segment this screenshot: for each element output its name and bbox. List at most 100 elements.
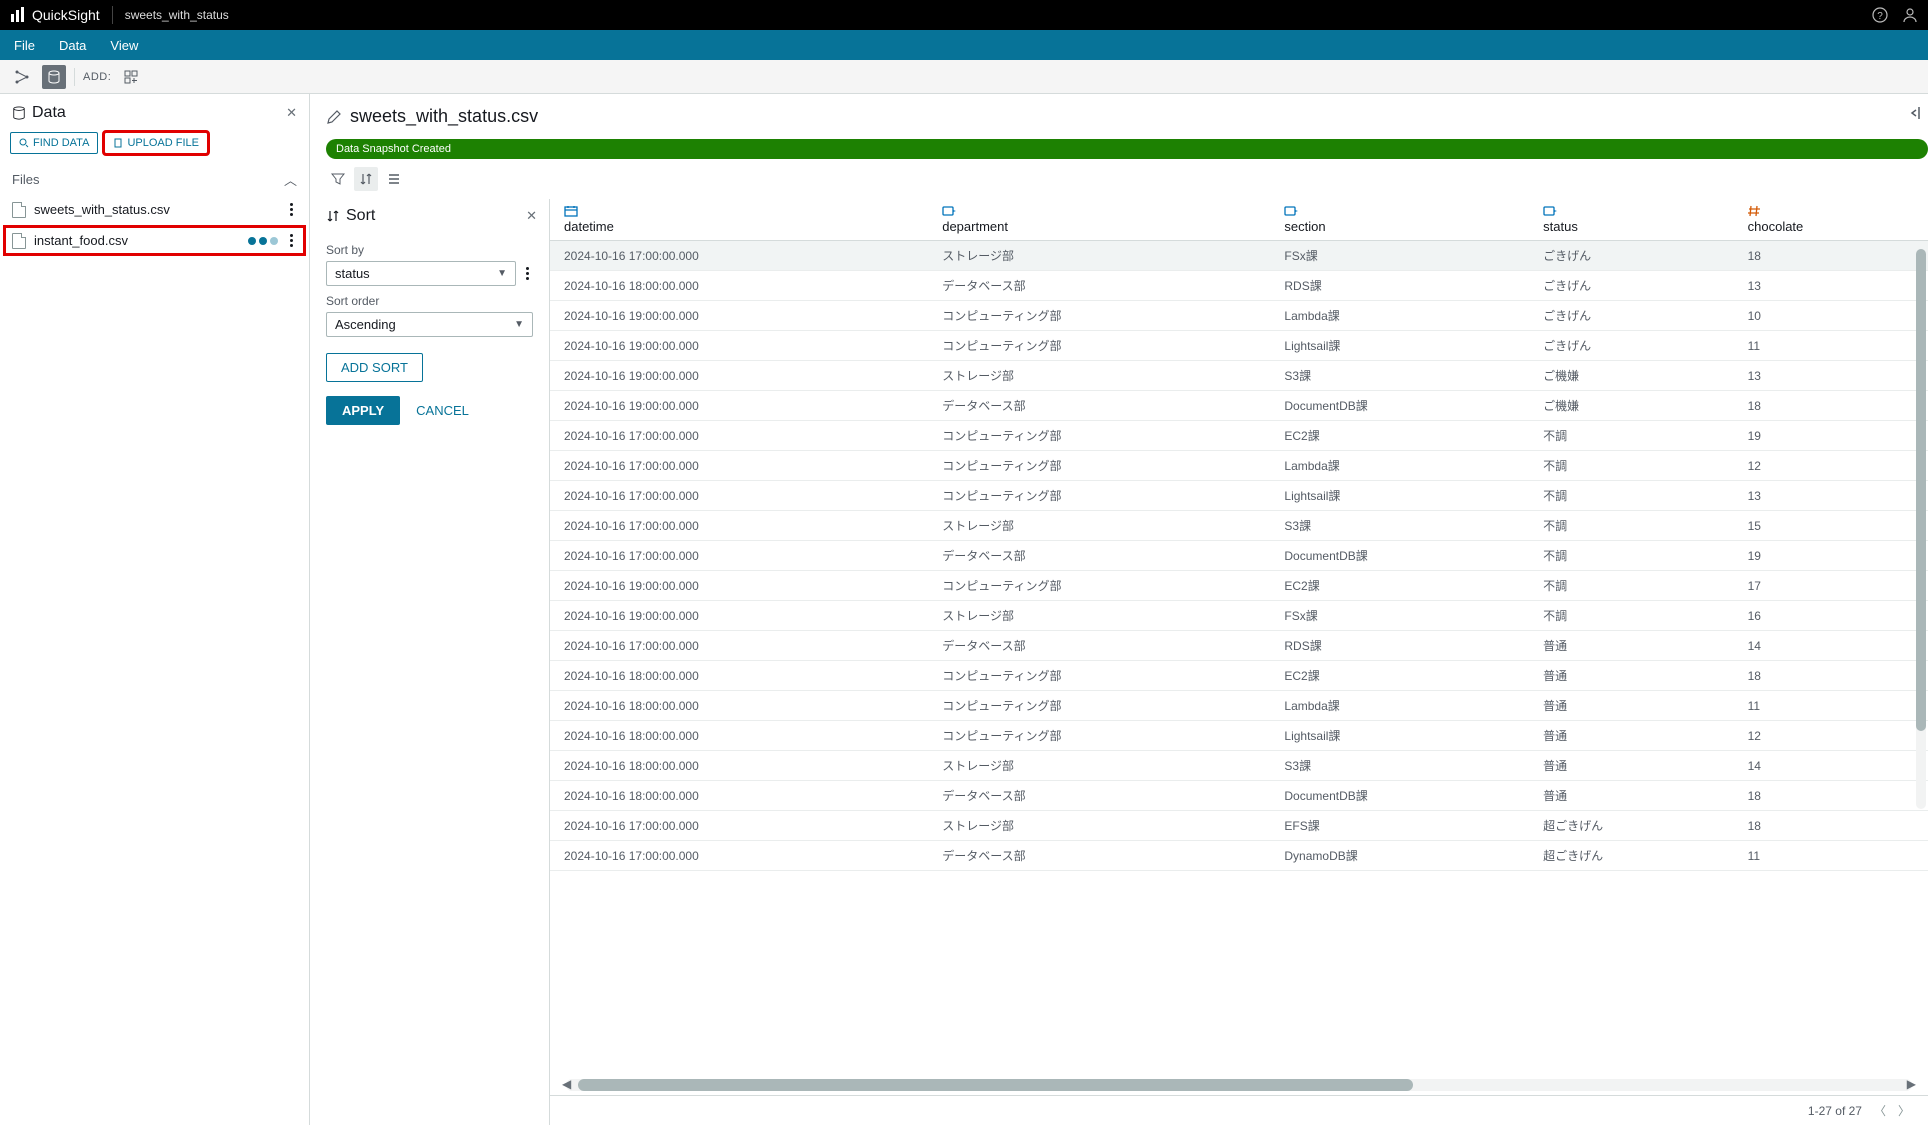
filter-icon[interactable] xyxy=(326,167,350,191)
help-icon[interactable]: ? xyxy=(1872,7,1888,23)
cell-department: コンピューティング部 xyxy=(928,661,1270,691)
column-header-datetime[interactable]: datetime xyxy=(550,199,928,241)
scroll-right-icon[interactable]: ▶ xyxy=(1907,1077,1916,1091)
file-menu-icon[interactable] xyxy=(286,232,297,249)
cell-chocolate: 16 xyxy=(1734,601,1928,631)
cell-datetime: 2024-10-16 18:00:00.000 xyxy=(550,271,928,301)
cell-chocolate: 10 xyxy=(1734,301,1928,331)
column-label: department xyxy=(942,219,1008,234)
sort-field-menu[interactable] xyxy=(522,265,533,282)
sort-icon[interactable] xyxy=(354,167,378,191)
cell-datetime: 2024-10-16 18:00:00.000 xyxy=(550,781,928,811)
next-page-icon[interactable]: 〉 xyxy=(1898,1102,1910,1119)
cell-status: 普通 xyxy=(1529,781,1733,811)
menu-bar: File Data View xyxy=(0,30,1928,60)
table-row[interactable]: 2024-10-16 18:00:00.000ストレージ部S3課普通14 xyxy=(550,751,1928,781)
cell-section: DocumentDB課 xyxy=(1270,391,1529,421)
sort-order-label: Sort order xyxy=(326,294,533,308)
menu-data[interactable]: Data xyxy=(59,38,86,53)
cell-section: FSx課 xyxy=(1270,601,1529,631)
table-row[interactable]: 2024-10-16 17:00:00.000データベース部DocumentDB… xyxy=(550,541,1928,571)
table-row[interactable]: 2024-10-16 19:00:00.000コンピューティング部Lightsa… xyxy=(550,331,1928,361)
column-header-chocolate[interactable]: chocolate xyxy=(1734,199,1928,241)
add-label: ADD: xyxy=(83,71,111,83)
close-sort-icon[interactable]: ✕ xyxy=(526,208,537,224)
cell-section: EC2課 xyxy=(1270,571,1529,601)
data-view-icon[interactable] xyxy=(42,65,66,89)
pagination: 1-27 of 27 〈 〉 xyxy=(550,1095,1928,1125)
cell-datetime: 2024-10-16 18:00:00.000 xyxy=(550,661,928,691)
table-row[interactable]: 2024-10-16 19:00:00.000データベース部DocumentDB… xyxy=(550,391,1928,421)
table-row[interactable]: 2024-10-16 17:00:00.000コンピューティング部EC2課不調1… xyxy=(550,421,1928,451)
table-row[interactable]: 2024-10-16 19:00:00.000ストレージ部S3課ご機嫌13 xyxy=(550,361,1928,391)
file-row[interactable]: instant_food.csv xyxy=(4,226,305,255)
table-row[interactable]: 2024-10-16 17:00:00.000ストレージ部FSx課ごきげん18 xyxy=(550,241,1928,271)
menu-view[interactable]: View xyxy=(110,38,138,53)
column-header-status[interactable]: status xyxy=(1529,199,1733,241)
prev-page-icon[interactable]: 〈 xyxy=(1874,1102,1886,1119)
table-row[interactable]: 2024-10-16 18:00:00.000コンピューティング部EC2課普通1… xyxy=(550,661,1928,691)
table-row[interactable]: 2024-10-16 19:00:00.000コンピューティング部Lambda課… xyxy=(550,301,1928,331)
table-row[interactable]: 2024-10-16 18:00:00.000データベース部DocumentDB… xyxy=(550,781,1928,811)
column-header-section[interactable]: section xyxy=(1270,199,1529,241)
vscroll-thumb[interactable] xyxy=(1916,249,1926,731)
schema-view-icon[interactable] xyxy=(10,65,34,89)
table-row[interactable]: 2024-10-16 18:00:00.000コンピューティング部Lightsa… xyxy=(550,721,1928,751)
cell-chocolate: 18 xyxy=(1734,811,1928,841)
add-sort-button[interactable]: ADD SORT xyxy=(326,353,423,382)
cell-datetime: 2024-10-16 17:00:00.000 xyxy=(550,451,928,481)
hscroll-thumb[interactable] xyxy=(578,1079,1413,1091)
cell-chocolate: 13 xyxy=(1734,271,1928,301)
close-panel-icon[interactable]: ✕ xyxy=(286,105,297,121)
app-logo[interactable]: QuickSight xyxy=(10,7,100,23)
cell-status: ご機嫌 xyxy=(1529,361,1733,391)
files-section-header[interactable]: Files ︿ xyxy=(0,164,309,195)
cancel-link[interactable]: CANCEL xyxy=(416,403,469,418)
table-row[interactable]: 2024-10-16 19:00:00.000ストレージ部FSx課不調16 xyxy=(550,601,1928,631)
sort-order-select[interactable]: Ascending▼ xyxy=(326,312,533,337)
vertical-scrollbar[interactable] xyxy=(1916,249,1926,809)
project-name: sweets_with_status xyxy=(125,8,229,22)
sort-panel: Sort ✕ Sort by status▼ Sort order Ascend… xyxy=(310,199,550,1125)
chevron-down-icon: ▼ xyxy=(497,268,507,279)
apply-button[interactable]: APPLY xyxy=(326,396,400,425)
cell-department: ストレージ部 xyxy=(928,751,1270,781)
sort-by-select[interactable]: status▼ xyxy=(326,261,516,286)
menu-file[interactable]: File xyxy=(14,38,35,53)
cell-chocolate: 14 xyxy=(1734,631,1928,661)
table-row[interactable]: 2024-10-16 17:00:00.000ストレージ部S3課不調15 xyxy=(550,511,1928,541)
user-icon[interactable] xyxy=(1902,7,1918,23)
column-header-department[interactable]: department xyxy=(928,199,1270,241)
file-title: sweets_with_status.csv xyxy=(350,106,538,127)
find-data-button[interactable]: FIND DATA xyxy=(10,132,98,154)
cell-status: ごきげん xyxy=(1529,271,1733,301)
table-row[interactable]: 2024-10-16 17:00:00.000データベース部RDS課普通14 xyxy=(550,631,1928,661)
file-menu-icon[interactable] xyxy=(286,201,297,218)
table-row[interactable]: 2024-10-16 18:00:00.000コンピューティング部Lambda課… xyxy=(550,691,1928,721)
cell-status: ごきげん xyxy=(1529,241,1733,271)
file-icon xyxy=(12,233,26,249)
cell-datetime: 2024-10-16 19:00:00.000 xyxy=(550,571,928,601)
file-row[interactable]: sweets_with_status.csv xyxy=(0,195,309,224)
database-icon xyxy=(12,106,26,120)
add-source-icon[interactable] xyxy=(119,65,143,89)
table-row[interactable]: 2024-10-16 17:00:00.000データベース部DynamoDB課超… xyxy=(550,841,1928,871)
table-row[interactable]: 2024-10-16 18:00:00.000データベース部RDS課ごきげん13 xyxy=(550,271,1928,301)
upload-file-button[interactable]: UPLOAD FILE xyxy=(104,132,208,154)
list-icon[interactable] xyxy=(382,167,406,191)
cell-section: Lambda課 xyxy=(1270,301,1529,331)
table-row[interactable]: 2024-10-16 17:00:00.000コンピューティング部Lightsa… xyxy=(550,481,1928,511)
table-row[interactable]: 2024-10-16 19:00:00.000コンピューティング部EC2課不調1… xyxy=(550,571,1928,601)
cell-section: Lambda課 xyxy=(1270,451,1529,481)
cell-department: ストレージ部 xyxy=(928,241,1270,271)
table-scroll[interactable]: datetime department sectionstatuschocolate… xyxy=(550,199,1928,1079)
pencil-icon[interactable] xyxy=(326,109,342,125)
table-row[interactable]: 2024-10-16 17:00:00.000コンピューティング部Lambda課… xyxy=(550,451,1928,481)
collapse-right-icon[interactable] xyxy=(1902,106,1920,120)
cell-status: 超ごきげん xyxy=(1529,841,1733,871)
horizontal-scrollbar[interactable]: ◀ ▶ xyxy=(566,1079,1912,1091)
scroll-left-icon[interactable]: ◀ xyxy=(562,1077,571,1091)
table-row[interactable]: 2024-10-16 17:00:00.000ストレージ部EFS課超ごきげん18 xyxy=(550,811,1928,841)
cell-section: EC2課 xyxy=(1270,661,1529,691)
cell-section: Lightsail課 xyxy=(1270,721,1529,751)
